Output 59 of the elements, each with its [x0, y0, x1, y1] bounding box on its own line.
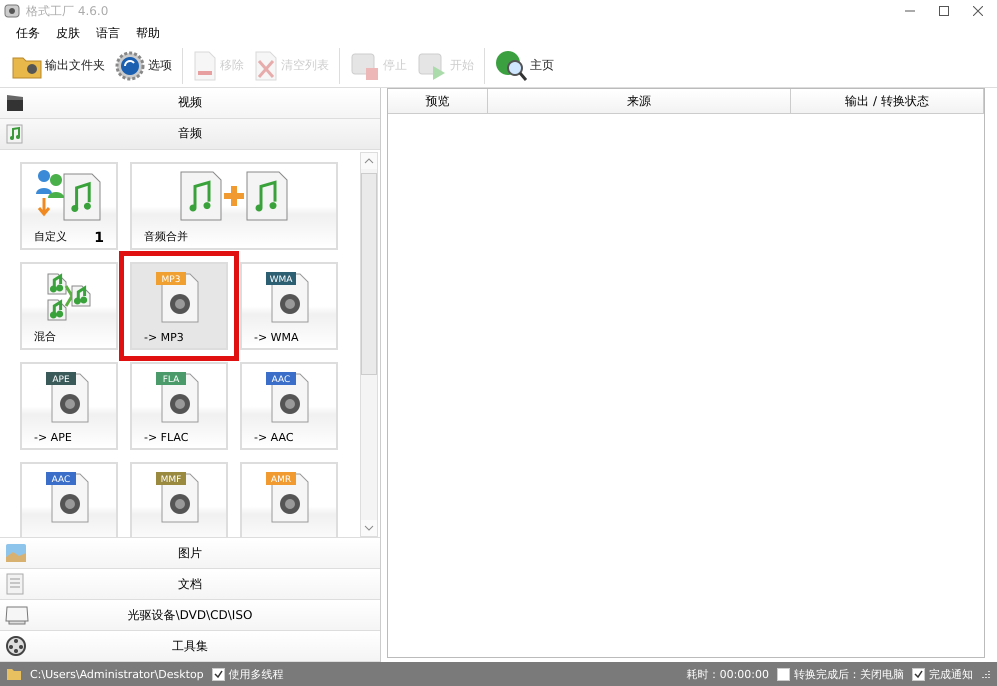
toolbar-button[interactable]: 主页 [493, 48, 556, 84]
elapsed-time: 耗时：00:00:00 [686, 666, 769, 682]
tile-label: 混合 [34, 328, 56, 344]
audio-tool-tile[interactable]: FLA -> FLAC [130, 362, 228, 450]
document-cross-icon [254, 50, 278, 80]
close-icon [973, 6, 983, 16]
maximize-icon [939, 6, 949, 16]
menu-item[interactable]: 语言 [88, 22, 128, 44]
tile-label: -> AAC [254, 430, 294, 444]
settings-icon [115, 50, 145, 80]
film-play-icon [417, 50, 447, 80]
disc-drive-icon [5, 604, 29, 626]
checkmark-icon [214, 670, 223, 678]
audio-tool-tile[interactable]: 音频合并 [130, 162, 338, 250]
output-path: C:\Users\Administrator\Desktop [30, 668, 204, 680]
globe-magnifier-icon [495, 50, 527, 82]
menu-item[interactable]: 帮助 [128, 22, 168, 44]
tile-label: 自定义 [34, 228, 67, 244]
film-stop-icon [350, 50, 380, 80]
scrollbar[interactable] [360, 152, 378, 538]
tile-label: -> APE [34, 430, 72, 444]
checkbox[interactable] [777, 668, 790, 680]
clapperboard-icon [5, 92, 25, 113]
window-title: 格式工厂 4.6.0 [26, 2, 110, 20]
checkbox[interactable] [912, 668, 925, 680]
category-header[interactable]: 音频 [0, 118, 380, 150]
column-header[interactable]: 输出 / 转换状态 [791, 89, 984, 113]
checkbox[interactable] [212, 668, 225, 680]
column-header[interactable]: 预览 [388, 89, 488, 113]
checkbox-label: 完成通知 [929, 666, 973, 682]
resize-grip-icon [981, 669, 991, 679]
audio-tool-tile[interactable]: MP3 -> MP3 [130, 262, 228, 350]
toolbar-button[interactable]: 选项 [113, 48, 174, 82]
document-lines-icon [5, 573, 25, 596]
audio-tool-tile[interactable]: WMA -> WMA [240, 262, 338, 350]
column-header[interactable]: 来源 [488, 89, 791, 113]
tile-label: -> MP3 [144, 330, 184, 344]
checkmark-icon [914, 670, 923, 678]
film-reel-icon [5, 635, 27, 658]
checkbox-label: 使用多线程 [228, 666, 284, 682]
app-logo-icon [4, 3, 20, 19]
audio-tool-tile[interactable]: AAC [20, 462, 118, 538]
toolbar-button[interactable]: 输出文件夹 [10, 50, 107, 80]
landscape-picture-icon [5, 542, 27, 564]
music-note-icon [5, 124, 25, 144]
audio-tool-tile[interactable]: 自定义 1 [20, 162, 118, 250]
audio-tool-tile[interactable]: APE -> APE [20, 362, 118, 450]
checkbox-label: 转换完成后：关闭电脑 [794, 666, 904, 682]
tile-label: -> WMA [254, 330, 299, 344]
tile-label: 音频合并 [144, 228, 188, 244]
menu-item[interactable]: 皮肤 [48, 22, 88, 44]
document-minus-icon [193, 50, 217, 80]
audio-tool-tile[interactable]: AAC -> AAC [240, 362, 338, 450]
tile-label: -> FLAC [144, 430, 188, 444]
folder-icon [6, 667, 22, 681]
audio-tool-tile[interactable]: 混合 [20, 262, 118, 350]
minimize-icon [905, 10, 915, 12]
tile-count: 1 [94, 230, 104, 246]
menu-item[interactable]: 任务 [8, 22, 48, 44]
